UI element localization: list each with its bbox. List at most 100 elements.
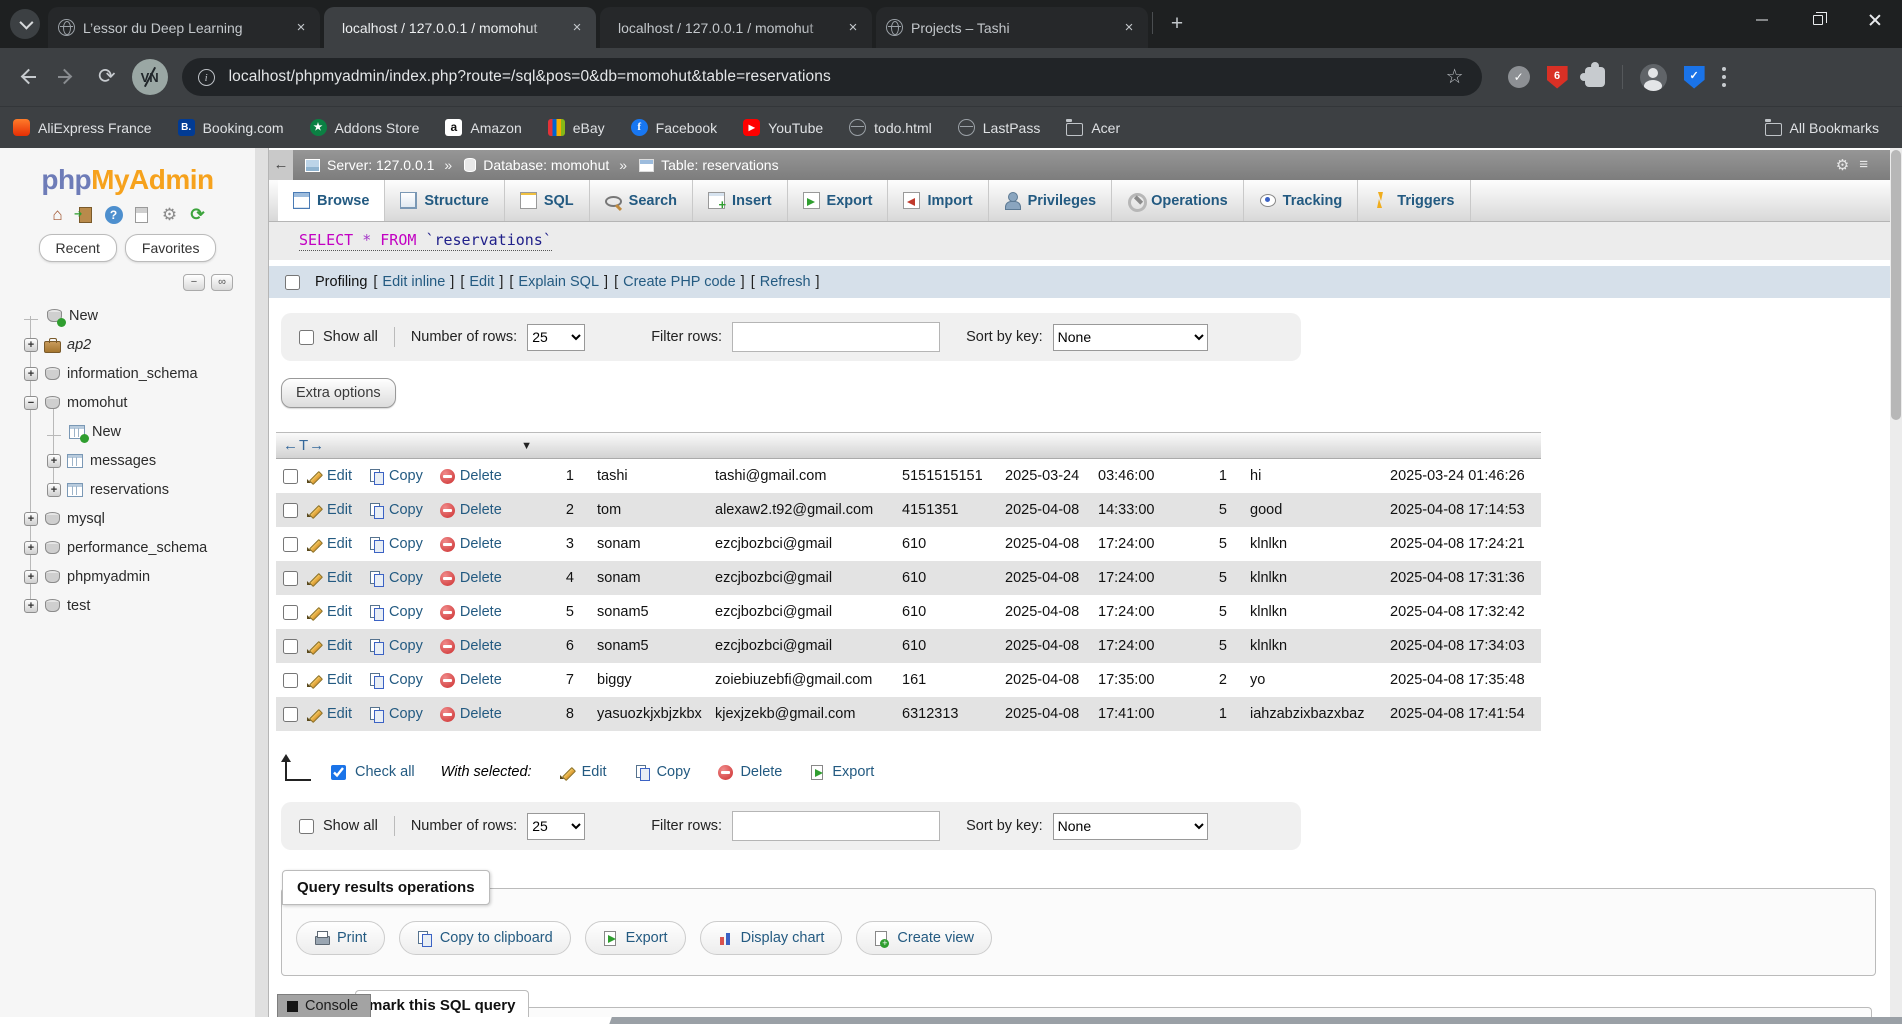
check-all-checkbox[interactable] (331, 765, 346, 780)
tree-expander-icon[interactable]: + (47, 454, 61, 468)
column-toggle-control[interactable]: ←T→ (283, 437, 325, 454)
row-edit-link[interactable]: Edit (307, 638, 352, 654)
tab-close-icon[interactable]: × (568, 19, 586, 37)
filter-rows-input[interactable] (732, 322, 940, 352)
menu-tab[interactable]: Triggers (1358, 180, 1470, 221)
selected-export-button[interactable]: Export (810, 764, 874, 780)
tree-item-label[interactable]: ap2 (67, 337, 91, 353)
menu-tab[interactable]: Insert (693, 180, 788, 221)
row-checkbox[interactable] (283, 707, 298, 722)
tree-item-label[interactable]: test (67, 598, 90, 614)
phpmyadmin-logo[interactable]: phpMyAdmin (0, 148, 255, 196)
menu-tab[interactable]: SQL (505, 180, 590, 221)
tree-item[interactable]: + test (0, 591, 255, 620)
selected-copy-button[interactable]: Copy (635, 764, 691, 780)
tree-item[interactable]: + phpmyadmin (0, 562, 255, 591)
page-settings-gear-icon[interactable]: ⚙ (1836, 156, 1849, 174)
documentation-icon[interactable] (135, 207, 148, 223)
check-all-link[interactable]: Check all (355, 764, 415, 780)
row-edit-link[interactable]: Edit (307, 570, 352, 586)
tab-close-icon[interactable]: × (292, 19, 310, 37)
row-edit-link[interactable]: Edit (307, 672, 352, 688)
minimize-button[interactable] (1734, 0, 1790, 40)
extensions-puzzle-icon[interactable] (1585, 67, 1605, 87)
tree-expander-icon[interactable]: + (24, 367, 38, 381)
vpn-extension-badge[interactable]: VN (132, 59, 168, 95)
tree-item[interactable]: + messages (0, 446, 255, 475)
row-delete-link[interactable]: Delete (440, 468, 502, 484)
row-checkbox[interactable] (283, 469, 298, 484)
tree-item[interactable]: + ap2 (0, 330, 255, 359)
column-options-header[interactable]: ←T→ ▼ (276, 437, 540, 454)
menu-tab[interactable]: Browse (278, 180, 385, 221)
extension-icon[interactable]: ✓ (1508, 66, 1530, 88)
tab-search-chevron-icon[interactable] (10, 9, 40, 39)
sort-key-select[interactable]: None (1053, 324, 1208, 351)
tree-item-label[interactable]: performance_schema (67, 540, 207, 556)
bookmark-item[interactable]: ▶ YouTube (730, 113, 836, 143)
tree-item-label[interactable]: mysql (67, 511, 105, 527)
row-delete-link[interactable]: Delete (440, 604, 502, 620)
filter-rows-input[interactable] (732, 811, 940, 841)
bookmark-item[interactable]: eBay (535, 113, 618, 143)
operation-button[interactable]: Create view (856, 921, 992, 955)
tree-expander-icon[interactable]: + (47, 483, 61, 497)
bookmark-item[interactable]: LastPass (945, 113, 1054, 143)
url-text[interactable]: localhost/phpmyadmin/index.php?route=/sq… (229, 68, 831, 86)
operation-button[interactable]: Copy to clipboard (399, 921, 571, 955)
num-rows-select[interactable]: 25 (527, 324, 585, 351)
row-delete-link[interactable]: Delete (440, 536, 502, 552)
tree-expander-icon[interactable]: + (24, 338, 38, 352)
row-edit-link[interactable]: Edit (307, 604, 352, 620)
num-rows-select[interactable]: 25 (527, 813, 585, 840)
bookmark-item[interactable]: todo.html (836, 113, 945, 143)
breadcrumb-database[interactable]: Database: momohut (483, 157, 609, 173)
tree-item[interactable]: New (0, 301, 255, 330)
menu-tab[interactable]: Tracking (1244, 180, 1359, 221)
row-edit-link[interactable]: Edit (307, 468, 352, 484)
row-edit-link[interactable]: Edit (307, 502, 352, 518)
sql-query-display[interactable]: SELECT * FROM `reservations` (269, 222, 1902, 260)
row-copy-link[interactable]: Copy (369, 570, 423, 586)
tree-expander-icon[interactable]: + (24, 541, 38, 555)
tree-item-label[interactable]: information_schema (67, 366, 198, 382)
row-checkbox[interactable] (283, 503, 298, 518)
extra-options-button[interactable]: Extra options (281, 378, 396, 408)
tree-item[interactable]: + mysql (0, 504, 255, 533)
tree-item[interactable]: − momohut (0, 388, 255, 417)
menu-tab[interactable]: Structure (385, 180, 504, 221)
home-icon[interactable]: ⌂ (48, 205, 67, 224)
tree-expander-icon[interactable]: + (24, 570, 38, 584)
console-toggle[interactable]: Console (277, 994, 371, 1017)
row-copy-link[interactable]: Copy (369, 468, 423, 484)
tree-item-label[interactable]: messages (90, 453, 156, 469)
row-delete-link[interactable]: Delete (440, 638, 502, 654)
row-checkbox[interactable] (283, 673, 298, 688)
query-action-link[interactable]: Create PHP code (623, 274, 736, 290)
tree-item[interactable]: + performance_schema (0, 533, 255, 562)
back-icon[interactable] (14, 64, 40, 90)
tree-expander-icon[interactable]: + (24, 599, 38, 613)
show-all-checkbox[interactable] (299, 330, 314, 345)
browser-menu-icon[interactable] (1722, 67, 1726, 87)
scrollbar-thumb[interactable] (1891, 150, 1901, 420)
menu-tab[interactable]: Import (888, 180, 988, 221)
tree-item[interactable]: + reservations (0, 475, 255, 504)
menu-tab[interactable]: Search (590, 180, 693, 221)
tree-item-label[interactable]: phpmyadmin (67, 569, 150, 585)
maximize-button[interactable] (1790, 0, 1846, 40)
browser-tab[interactable]: Projects – Tashi × (876, 7, 1148, 48)
collapse-all-icon[interactable]: − (183, 274, 205, 291)
breadcrumb-table[interactable]: Table: reservations (661, 157, 779, 173)
settings-gear-icon[interactable]: ⚙ (160, 205, 179, 224)
tree-item[interactable]: + information_schema (0, 359, 255, 388)
browser-tab[interactable]: localhost / 127.0.0.1 / momohut × (324, 7, 596, 48)
bookmark-item[interactable]: Acer (1053, 113, 1133, 143)
security-shield-icon[interactable]: ✓ (1684, 66, 1705, 89)
row-copy-link[interactable]: Copy (369, 706, 423, 722)
row-edit-link[interactable]: Edit (307, 706, 352, 722)
operation-button[interactable]: Print (296, 921, 385, 955)
address-bar[interactable]: i localhost/phpmyadmin/index.php?route=/… (182, 58, 1482, 96)
site-info-icon[interactable]: i (198, 69, 215, 86)
reload-icon[interactable]: ⟳ (98, 64, 116, 90)
